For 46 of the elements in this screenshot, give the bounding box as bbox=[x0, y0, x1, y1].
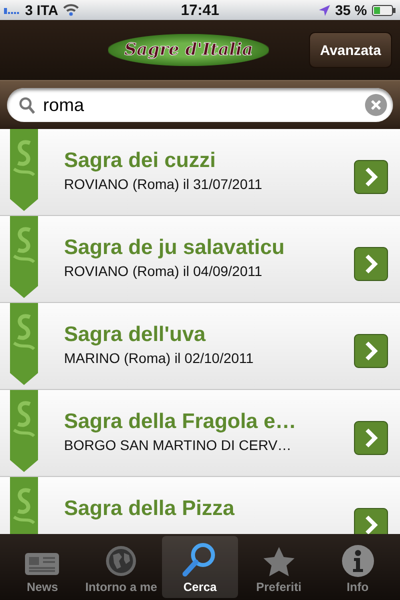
event-location-date: ROVIANO (Roma) il 04/09/2011 bbox=[64, 263, 264, 279]
tab-item[interactable]: Cerca bbox=[162, 536, 238, 598]
ribbon-icon bbox=[10, 303, 38, 385]
result-row[interactable]: Sagra della Pizza bbox=[0, 477, 400, 534]
location-icon bbox=[319, 4, 330, 16]
tab-item[interactable]: News bbox=[4, 536, 81, 598]
event-title: Sagra de ju salavaticu bbox=[64, 236, 286, 260]
tab-item[interactable]: Preferiti bbox=[240, 536, 318, 598]
clock-text: 17:41 bbox=[180, 2, 220, 18]
tab-item[interactable]: Info bbox=[319, 536, 396, 598]
chevron-icon[interactable] bbox=[354, 508, 388, 534]
tab-item[interactable]: Intorno a me bbox=[82, 536, 160, 598]
chevron-icon[interactable] bbox=[354, 160, 388, 194]
event-location-date: MARINO (Roma) il 02/10/2011 bbox=[64, 350, 255, 366]
carrier-text: 3 ITA bbox=[25, 2, 58, 18]
event-title: Sagra dell'uva bbox=[64, 323, 207, 347]
star-icon bbox=[262, 547, 295, 577]
event-title: Sagra dei cuzzi bbox=[64, 149, 217, 173]
newspaper-icon bbox=[25, 551, 60, 577]
search-field[interactable]: roma bbox=[7, 88, 393, 122]
event-title: Sagra della Fragola e… bbox=[64, 410, 298, 434]
ribbon-icon bbox=[10, 390, 38, 472]
result-row[interactable]: Sagra dei cuzzi ROVIANO (Roma) il 31/07/2011 bbox=[0, 129, 400, 216]
clear-icon[interactable] bbox=[365, 94, 387, 116]
chevron-icon[interactable] bbox=[354, 421, 388, 455]
advanced-search-button[interactable]: Avanzata bbox=[309, 32, 392, 68]
search-icon bbox=[19, 96, 35, 114]
result-row[interactable]: Sagra de ju salavaticu ROVIANO (Roma) il 04/09/2011 bbox=[0, 216, 400, 303]
result-row[interactable]: Sagra della Fragola e… BORGO SAN MARTINO DI CERV… bbox=[0, 390, 400, 477]
signal-icon bbox=[4, 6, 20, 14]
search-icon bbox=[182, 541, 218, 577]
event-title: Sagra della Pizza bbox=[64, 497, 236, 521]
event-location-date: ROVIANO (Roma) il 31/07/2011 bbox=[64, 176, 264, 192]
info-icon bbox=[342, 545, 374, 577]
wifi-icon bbox=[63, 4, 80, 16]
search-query: roma bbox=[43, 94, 86, 116]
ribbon-icon bbox=[10, 129, 38, 211]
chevron-icon[interactable] bbox=[354, 334, 388, 368]
ribbon-icon bbox=[10, 216, 38, 298]
chevron-icon[interactable] bbox=[354, 247, 388, 281]
battery-icon bbox=[372, 4, 396, 16]
event-location-date: BORGO SAN MARTINO DI CERV… bbox=[64, 437, 292, 453]
globe-icon bbox=[105, 545, 138, 577]
app-logo: Sagre d'Italia bbox=[108, 34, 270, 66]
battery-text: 35 % bbox=[335, 2, 367, 18]
result-row[interactable]: Sagra dell'uva MARINO (Roma) il 02/10/2011 bbox=[0, 303, 400, 390]
